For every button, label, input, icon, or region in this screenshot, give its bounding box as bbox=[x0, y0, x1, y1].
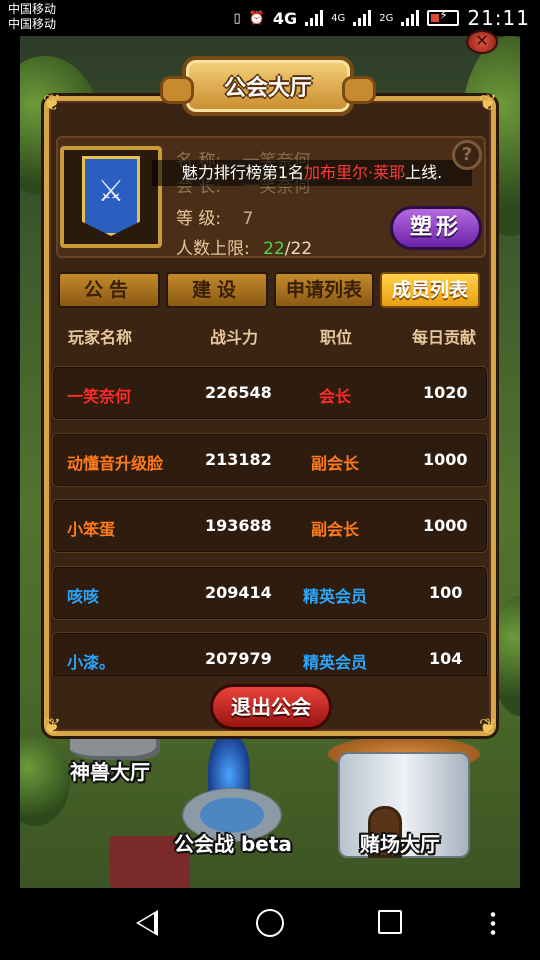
recent-apps-icon[interactable] bbox=[378, 910, 402, 934]
marquee-prefix: 魅力排行榜第1名 bbox=[181, 163, 304, 182]
quit-guild-button[interactable]: 退出公会 bbox=[210, 684, 332, 730]
member-power: 213182 bbox=[205, 450, 272, 469]
reshape-button[interactable]: 塑形 bbox=[390, 206, 482, 250]
vibrate-icon: ▯ bbox=[233, 10, 241, 26]
close-icon[interactable]: ✕ bbox=[466, 30, 498, 54]
corner-ornament: ❦ bbox=[42, 715, 62, 740]
member-position: 会长 bbox=[319, 387, 352, 406]
column-player-name: 玩家名称 bbox=[68, 328, 133, 347]
table-row[interactable]: 动懂音升级脸 213182 副会长 1000 bbox=[52, 433, 488, 487]
network-type-2g: 2G bbox=[379, 12, 394, 24]
menu-dots-icon[interactable] bbox=[490, 910, 496, 936]
member-name: 小笨蛋 bbox=[67, 520, 116, 539]
signal-icon-1 bbox=[305, 10, 324, 26]
member-contribution: 100 bbox=[429, 583, 463, 602]
member-contribution: 104 bbox=[429, 649, 463, 668]
signal-icon-2 bbox=[353, 10, 372, 26]
tab-applications[interactable]: 申请列表 bbox=[274, 272, 374, 308]
table-row[interactable]: 小漆。 207979 精英会员 104 bbox=[52, 632, 488, 676]
alarm-icon: ⏰ bbox=[248, 10, 265, 26]
member-contribution: 1020 bbox=[423, 383, 468, 402]
member-position: 副会长 bbox=[311, 520, 360, 539]
tab-members[interactable]: 成员列表 bbox=[380, 272, 480, 308]
member-power: 209414 bbox=[205, 583, 272, 602]
table-row[interactable]: 小笨蛋 193688 副会长 1000 bbox=[52, 499, 488, 553]
guild-level-value: 7 bbox=[242, 209, 254, 229]
system-nav-bar bbox=[0, 888, 540, 960]
announcement-marquee: 魅力排行榜第1名加布里尔·莱耶上线. bbox=[152, 160, 472, 186]
member-contribution: 1000 bbox=[423, 450, 468, 469]
member-name: 小漆。 bbox=[67, 653, 116, 672]
panel-title-banner: 公会大厅 bbox=[160, 56, 376, 116]
battery-icon bbox=[427, 8, 460, 26]
carrier-label-1: 中国移动 bbox=[8, 2, 57, 16]
crossed-swords-icon: ⚔ bbox=[97, 174, 125, 209]
column-contribution: 每日贡献 bbox=[412, 328, 477, 347]
network-type-4g: 4G bbox=[272, 8, 298, 28]
member-power: 207979 bbox=[205, 649, 272, 668]
beast-hall-label[interactable]: 神兽大厅 bbox=[70, 756, 150, 785]
member-name: 咳咳 bbox=[67, 587, 100, 606]
network-type-4g-2: 4G bbox=[331, 12, 346, 24]
casino-label[interactable]: 赌场大厅 bbox=[360, 828, 440, 857]
guild-level-label: 等 级: bbox=[176, 209, 222, 229]
guild-war-label[interactable]: 公会战 beta bbox=[174, 828, 292, 857]
tree-decoration bbox=[20, 736, 70, 826]
guild-capacity-row: 人数上限: 22/22 bbox=[176, 234, 312, 259]
member-table-header: 玩家名称 战斗力 职位 每日贡献 bbox=[52, 314, 488, 354]
corner-ornament: ❦ bbox=[478, 91, 498, 116]
marquee-suffix: 上线. bbox=[405, 163, 443, 182]
carrier-label-2: 中国移动 bbox=[8, 17, 57, 31]
status-bar: 中国移动 中国移动 ▯ ⏰ 4G 4G 2G 21:11 bbox=[0, 0, 540, 36]
member-name: 动懂音升级脸 bbox=[67, 454, 164, 473]
table-row[interactable]: 咳咳 209414 精英会员 100 bbox=[52, 566, 488, 620]
home-icon[interactable] bbox=[256, 909, 284, 937]
corner-ornament: ❦ bbox=[42, 91, 62, 116]
table-row[interactable]: 一笑奈何 226548 会长 1020 bbox=[52, 366, 488, 420]
back-icon[interactable] bbox=[136, 910, 158, 936]
signal-icon-3 bbox=[401, 10, 420, 26]
help-button[interactable]: ? bbox=[452, 140, 482, 170]
column-power: 战斗力 bbox=[210, 328, 259, 347]
page-title: 公会大厅 bbox=[223, 76, 312, 101]
member-power: 226548 bbox=[205, 383, 272, 402]
guild-capacity-max: /22 bbox=[284, 239, 313, 259]
guild-capacity-current: 22 bbox=[263, 239, 285, 259]
guild-level-row: 等 级: 7 bbox=[176, 204, 253, 229]
member-power: 193688 bbox=[205, 516, 272, 535]
tab-announcement[interactable]: 公告 bbox=[58, 272, 160, 308]
member-position: 精英会员 bbox=[303, 587, 368, 606]
tab-construction[interactable]: 建设 bbox=[166, 272, 268, 308]
corner-ornament: ❦ bbox=[478, 715, 498, 740]
clock: 21:11 bbox=[467, 6, 530, 30]
member-position: 副会长 bbox=[311, 454, 360, 473]
guild-emblem[interactable]: ⚔ bbox=[60, 146, 162, 248]
guild-capacity-label: 人数上限: bbox=[176, 239, 250, 259]
column-position: 职位 bbox=[320, 328, 353, 347]
marquee-player: 加布里尔·莱耶 bbox=[304, 163, 406, 182]
member-position: 精英会员 bbox=[303, 653, 368, 672]
member-contribution: 1000 bbox=[423, 516, 468, 535]
member-name: 一笑奈何 bbox=[67, 387, 132, 406]
